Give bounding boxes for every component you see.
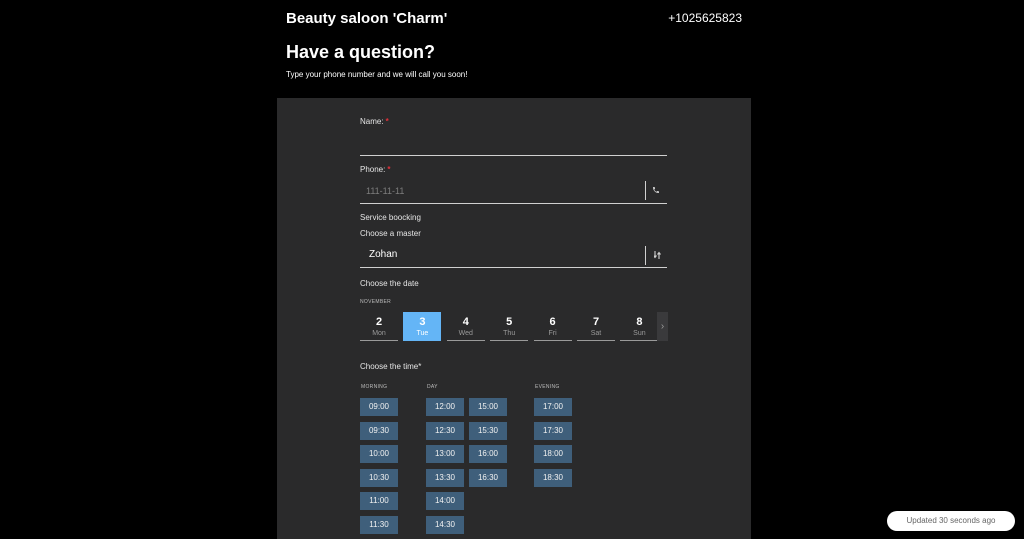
page-subtitle: Type your phone number and we will call … — [286, 70, 468, 79]
sort-arrows-icon[interactable] — [653, 250, 661, 262]
time-slot-button[interactable]: 15:30 — [469, 421, 507, 440]
date-day-number: 8 — [636, 316, 643, 328]
time-slot-button[interactable]: 16:30 — [469, 468, 507, 487]
date-day-weekday: Sat — [590, 330, 602, 337]
name-underline — [360, 155, 667, 156]
master-label: Choose a master — [360, 229, 421, 238]
header-phone[interactable]: +1025625823 — [668, 11, 742, 25]
time-label: Choose the time* — [360, 362, 422, 371]
master-value: Zohan — [369, 249, 398, 260]
date-label: Choose the date — [360, 279, 419, 288]
time-slot-button[interactable]: 09:30 — [360, 421, 398, 440]
time-slot-button[interactable]: 12:00 — [426, 398, 464, 416]
time-slot-button[interactable]: 15:00 — [469, 398, 507, 416]
date-day-number: 6 — [549, 316, 556, 328]
time-slot-button[interactable]: 16:00 — [469, 445, 507, 463]
time-slot-button[interactable]: 17:30 — [534, 421, 572, 440]
day-heading: DAY — [427, 384, 438, 390]
phone-icon — [652, 186, 660, 196]
morning-heading: MORNING — [361, 384, 388, 390]
page-title: Have a question? — [286, 42, 436, 62]
phone-underline — [360, 203, 667, 204]
time-slot-button[interactable]: 10:30 — [360, 468, 398, 487]
date-day-4[interactable]: 4 Wed — [446, 312, 485, 341]
time-slot-button[interactable]: 12:30 — [426, 421, 464, 440]
date-day-weekday: Mon — [372, 330, 386, 337]
brand-title: Beauty saloon 'Charm' — [286, 10, 448, 27]
time-slot-button[interactable]: 14:30 — [426, 515, 464, 534]
time-slot-button[interactable]: 11:00 — [360, 492, 398, 510]
master-select[interactable]: Zohan — [360, 244, 667, 266]
phone-field[interactable] — [360, 180, 640, 202]
date-day-number: 4 — [462, 316, 469, 328]
time-slot-button[interactable]: 14:00 — [426, 492, 464, 510]
date-day-7[interactable]: 7 Sat — [577, 312, 615, 341]
date-day-2[interactable]: 2 Mon — [360, 312, 398, 341]
time-slot-button[interactable]: 09:00 — [360, 398, 398, 416]
name-field[interactable] — [360, 128, 667, 154]
date-day-3[interactable]: 3 Tue — [403, 312, 442, 341]
required-marker: * — [387, 165, 391, 174]
evening-heading: EVENING — [535, 384, 560, 390]
time-slot-button[interactable]: 18:00 — [534, 445, 572, 463]
date-day-weekday: Thu — [503, 330, 516, 337]
service-label: Service boocking — [360, 213, 421, 222]
phone-label: Phone: * — [360, 165, 391, 174]
date-day-6[interactable]: 6 Fri — [533, 312, 572, 341]
date-day-5[interactable]: 5 Thu — [490, 312, 529, 341]
date-day-number: 5 — [506, 316, 513, 328]
phone-separator — [645, 181, 646, 200]
time-slot-button[interactable]: 18:30 — [534, 468, 572, 487]
time-slot-button[interactable]: 13:30 — [426, 468, 464, 487]
chevron-right-icon[interactable]: › — [657, 312, 668, 341]
date-day-weekday: Sun — [633, 330, 646, 337]
booking-panel: Name:* Phone:* Service boocking Choose a… — [277, 98, 751, 539]
master-underline — [360, 267, 667, 268]
time-slot-button[interactable]: 13:00 — [426, 445, 464, 463]
date-day-weekday: Fri — [548, 330, 557, 337]
month-label: NOVEMBER — [360, 299, 392, 305]
required-marker: * — [385, 117, 389, 126]
date-day-weekday: Tue — [416, 330, 429, 337]
date-day-number: 7 — [592, 316, 600, 328]
master-separator — [645, 246, 646, 265]
date-day-number: 2 — [375, 316, 383, 328]
header: Beauty saloon 'Charm' +1025625823 — [286, 10, 742, 30]
date-day-weekday: Wed — [458, 330, 473, 337]
time-slot-button[interactable]: 11:30 — [360, 515, 398, 534]
time-slot-button[interactable]: 10:00 — [360, 445, 398, 463]
date-day-number: 3 — [419, 316, 426, 328]
update-toast: Updated 30 seconds ago — [887, 511, 1015, 531]
time-slot-button[interactable]: 17:00 — [534, 398, 572, 416]
name-label: Name: * — [360, 117, 389, 126]
date-day-8[interactable]: 8 Sun — [620, 312, 659, 341]
